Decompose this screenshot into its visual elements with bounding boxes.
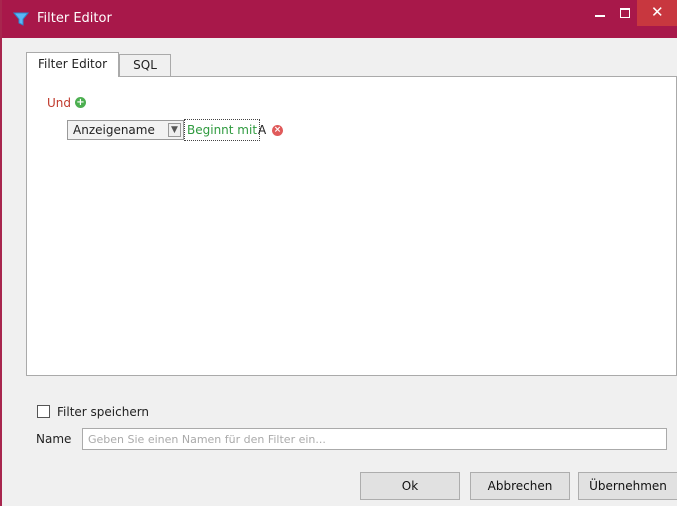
tab-filter-editor[interactable]: Filter Editor [26, 52, 119, 77]
cancel-button[interactable]: Abbrechen [470, 472, 570, 500]
maximize-button[interactable] [613, 0, 637, 28]
title-bar[interactable]: Filter Editor ✕ [2, 0, 677, 38]
minimize-button[interactable] [587, 0, 613, 28]
close-icon: ✕ [651, 3, 664, 21]
field-dropdown[interactable]: Anzeigename ▼ [67, 120, 184, 140]
add-condition-icon[interactable]: + [75, 97, 86, 108]
dialog-content: Filter Editor SQL Und + Anzeigename ▼ Be… [12, 46, 677, 506]
operator-selector[interactable]: Beginnt mit [184, 119, 261, 141]
save-filter-label[interactable]: Filter speichern [57, 405, 149, 419]
close-button[interactable]: ✕ [637, 0, 677, 26]
apply-button[interactable]: Übernehmen [578, 472, 677, 500]
save-filter-checkbox[interactable] [37, 405, 50, 418]
condition-value[interactable]: A [258, 123, 266, 137]
field-dropdown-value: Anzeigename [73, 123, 155, 137]
filter-editor-window: Filter Editor ✕ Filter Editor SQL Und + … [0, 0, 677, 506]
funnel-icon [12, 12, 30, 26]
group-operator-link[interactable]: Und [47, 96, 71, 110]
name-label: Name [36, 432, 72, 446]
filter-name-input[interactable] [82, 428, 667, 450]
remove-condition-icon[interactable]: × [272, 125, 283, 136]
filter-editor-panel: Und + Anzeigename ▼ Beginnt mit A × [26, 76, 677, 376]
window-title: Filter Editor [37, 11, 112, 26]
chevron-down-icon[interactable]: ▼ [168, 123, 181, 137]
ok-button[interactable]: Ok [360, 472, 460, 500]
tab-sql[interactable]: SQL [119, 54, 171, 76]
